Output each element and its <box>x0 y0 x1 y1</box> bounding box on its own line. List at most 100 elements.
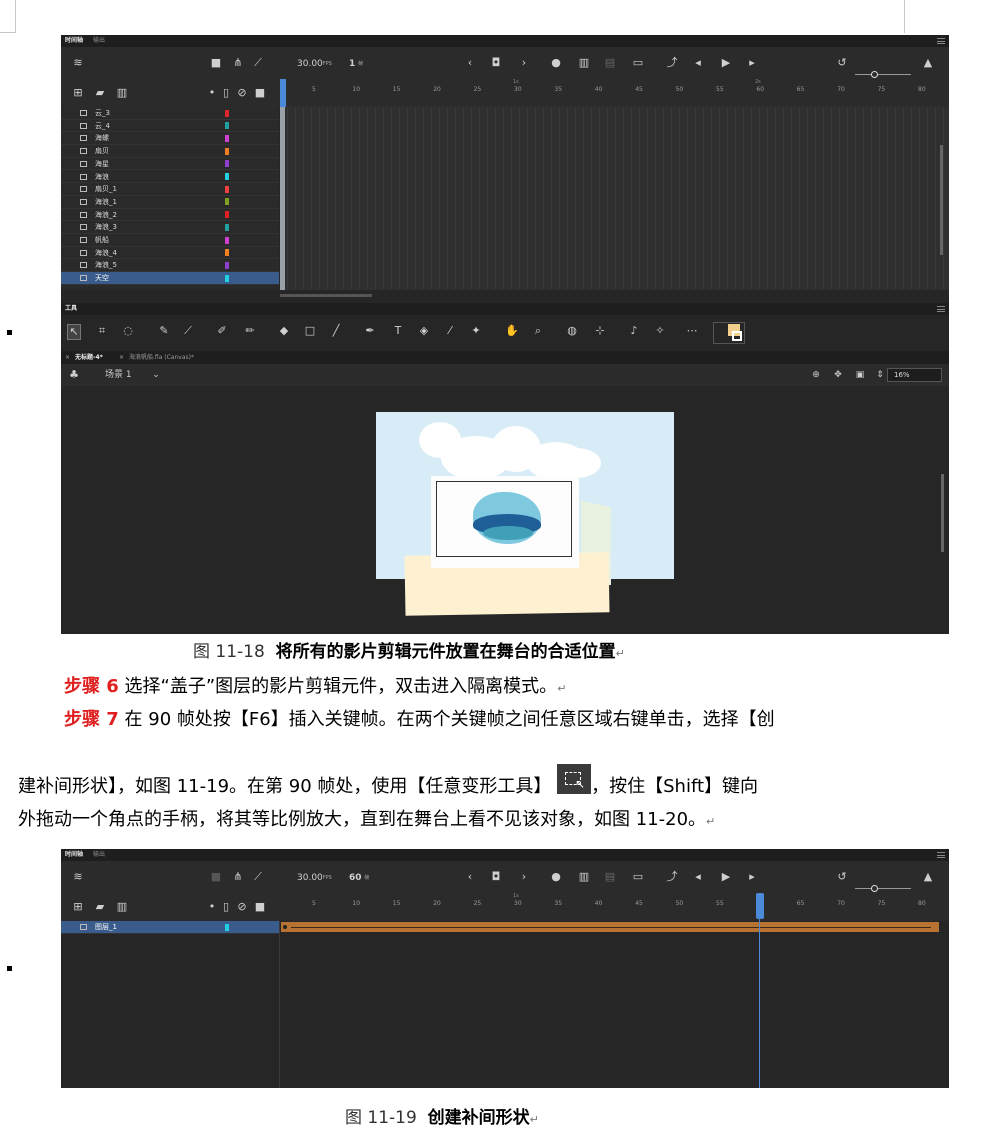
color-swatches[interactable] <box>713 322 745 344</box>
prev-keyframe-icon[interactable]: ‹ <box>463 870 477 884</box>
edit-multiple-icon[interactable]: ▤ <box>603 870 617 884</box>
layer-row[interactable]: 海星 <box>61 158 279 171</box>
loop-icon[interactable]: ⤴ <box>665 56 679 70</box>
asset-warp-icon[interactable]: ♪ <box>627 324 641 338</box>
eyedropper-icon[interactable]: ⁄ <box>443 324 457 338</box>
insert-keyframe-icon[interactable]: ◘ <box>489 56 503 70</box>
layer-color-swatch[interactable] <box>225 109 229 117</box>
lasso-tool-icon[interactable]: ◌ <box>121 324 135 338</box>
camera-icon[interactable]: ■ <box>209 56 223 70</box>
3d-rotation-icon[interactable]: ◍ <box>565 324 579 338</box>
scene-name[interactable]: 场景 1 <box>105 369 132 381</box>
zoom-slider-thumb[interactable] <box>871 71 878 78</box>
play-icon[interactable]: ▶ <box>719 870 733 884</box>
layer-color-swatch[interactable] <box>225 147 229 155</box>
edit-multiple-icon[interactable]: ▤ <box>603 56 617 70</box>
tab-output[interactable]: 输出 <box>93 851 105 858</box>
current-frame[interactable]: 1 <box>349 59 355 69</box>
scene-icon[interactable]: ♣ <box>67 368 81 382</box>
layer-color-swatch[interactable] <box>225 261 229 269</box>
rectangle-tool-icon[interactable]: □ <box>303 324 317 338</box>
timeline-scrollbar[interactable] <box>280 294 372 297</box>
tab-timeline[interactable]: 时间轴 <box>65 37 83 44</box>
chevron-down-icon[interactable]: ⌄ <box>149 368 163 382</box>
eraser-tool-icon[interactable]: ◆ <box>277 324 291 338</box>
graph-icon[interactable]: ⟋ <box>251 870 265 884</box>
layer-row[interactable]: 海浪 <box>61 171 279 184</box>
stage-scrollbar[interactable] <box>941 474 944 552</box>
timeline-zoom-slider[interactable] <box>855 74 911 75</box>
lock-icon[interactable]: ■ <box>253 86 267 100</box>
layer-color-swatch[interactable] <box>225 223 229 231</box>
mountain-icon[interactable]: ▲ <box>921 870 935 884</box>
undo-zoom-icon[interactable]: ↺ <box>835 870 849 884</box>
eye-icon[interactable]: ⊘ <box>235 900 249 914</box>
layer-row[interactable]: 云_4 <box>61 120 279 133</box>
keyframe-column[interactable] <box>280 107 285 290</box>
panel-menu-icon[interactable] <box>937 38 945 44</box>
layer-color-swatch[interactable] <box>225 249 229 257</box>
pen-tool-icon[interactable]: ✒ <box>363 324 377 338</box>
text-tool-icon[interactable]: T <box>391 324 405 338</box>
zoom-stepper-icon[interactable]: ⇕ <box>873 368 887 382</box>
clip-icon[interactable]: ▣ <box>853 368 867 382</box>
next-keyframe-icon[interactable]: › <box>517 56 531 70</box>
doc-tab-canvas[interactable]: 海浪帆船.fla (Canvas)* <box>129 351 194 364</box>
panel-menu-icon[interactable] <box>937 852 945 858</box>
timeline-zoom-slider[interactable] <box>855 888 911 889</box>
current-frame[interactable]: 60 <box>349 873 362 883</box>
close-icon[interactable]: × <box>65 351 70 364</box>
loop-icon[interactable]: ⤴ <box>665 870 679 884</box>
zoom-field[interactable]: 16% <box>887 368 942 382</box>
wrench-icon[interactable]: ✧ <box>653 324 667 338</box>
fluid-brush-icon[interactable]: ✐ <box>215 324 229 338</box>
step-back-icon[interactable]: ◂ <box>691 870 705 884</box>
tools-panel-menu-icon[interactable] <box>937 306 945 312</box>
stroke-color-swatch[interactable] <box>732 331 742 341</box>
outline-icon[interactable]: ▯ <box>219 86 233 100</box>
eye-icon[interactable]: ⊘ <box>235 86 249 100</box>
brush-tool-icon[interactable]: ✎ <box>157 324 171 338</box>
layer-row[interactable]: 海浪_4 <box>61 247 279 260</box>
layer-row[interactable]: 海浪_1 <box>61 196 279 209</box>
prev-keyframe-icon[interactable]: ‹ <box>463 56 477 70</box>
layer-color-swatch[interactable] <box>225 134 229 142</box>
paint-brush-icon[interactable]: ⟋ <box>181 324 195 338</box>
layer-color-swatch[interactable] <box>225 185 229 193</box>
layer-color-swatch[interactable] <box>225 274 229 282</box>
layer-color-swatch[interactable] <box>225 198 229 206</box>
frame-ruler[interactable]: 1s 5101520253035404550556065707580 <box>280 893 949 909</box>
more-tools-icon[interactable]: ⋯ <box>685 324 699 338</box>
line-tool-icon[interactable]: ╱ <box>329 324 343 338</box>
camera-icon[interactable]: ■ <box>209 870 223 884</box>
new-folder-icon[interactable]: ▰ <box>93 86 107 100</box>
undo-zoom-icon[interactable]: ↺ <box>835 56 849 70</box>
new-folder-icon[interactable]: ▰ <box>93 900 107 914</box>
bone-tool-icon[interactable]: ⊹ <box>593 324 607 338</box>
zoom-tool-icon[interactable]: ⌕ <box>531 324 545 338</box>
next-keyframe-icon[interactable]: › <box>517 870 531 884</box>
frame-range-icon[interactable]: ▭ <box>631 56 645 70</box>
step-back-icon[interactable]: ◂ <box>691 56 705 70</box>
tab-output[interactable]: 输出 <box>93 37 105 44</box>
layer-row[interactable]: 海螺 <box>61 132 279 146</box>
layer-row[interactable]: 海浪_5 <box>61 259 279 273</box>
onion-skin-icon[interactable]: ● <box>549 56 563 70</box>
trash-icon[interactable]: ▥ <box>115 86 129 100</box>
layers-scrollbar[interactable] <box>940 145 943 255</box>
play-icon[interactable]: ▶ <box>719 56 733 70</box>
layer-row[interactable]: 帆船 <box>61 234 279 247</box>
pin-tool-icon[interactable]: ✦ <box>469 324 483 338</box>
playhead[interactable] <box>280 79 286 107</box>
frames-area[interactable] <box>279 921 949 1088</box>
layer-row[interactable]: 图层_1 <box>61 921 279 934</box>
pencil-tool-icon[interactable]: ✏ <box>243 324 257 338</box>
hand-tool-icon[interactable]: ✋ <box>505 324 519 338</box>
highlight-dot-icon[interactable]: • <box>205 900 219 914</box>
lock-icon[interactable]: ■ <box>253 900 267 914</box>
frame-range-icon[interactable]: ▭ <box>631 870 645 884</box>
layer-color-swatch[interactable] <box>225 211 229 219</box>
lid-symbol[interactable] <box>431 476 579 568</box>
layer-row[interactable]: 海浪_2 <box>61 209 279 222</box>
layer-row[interactable]: 天空 <box>61 272 279 285</box>
